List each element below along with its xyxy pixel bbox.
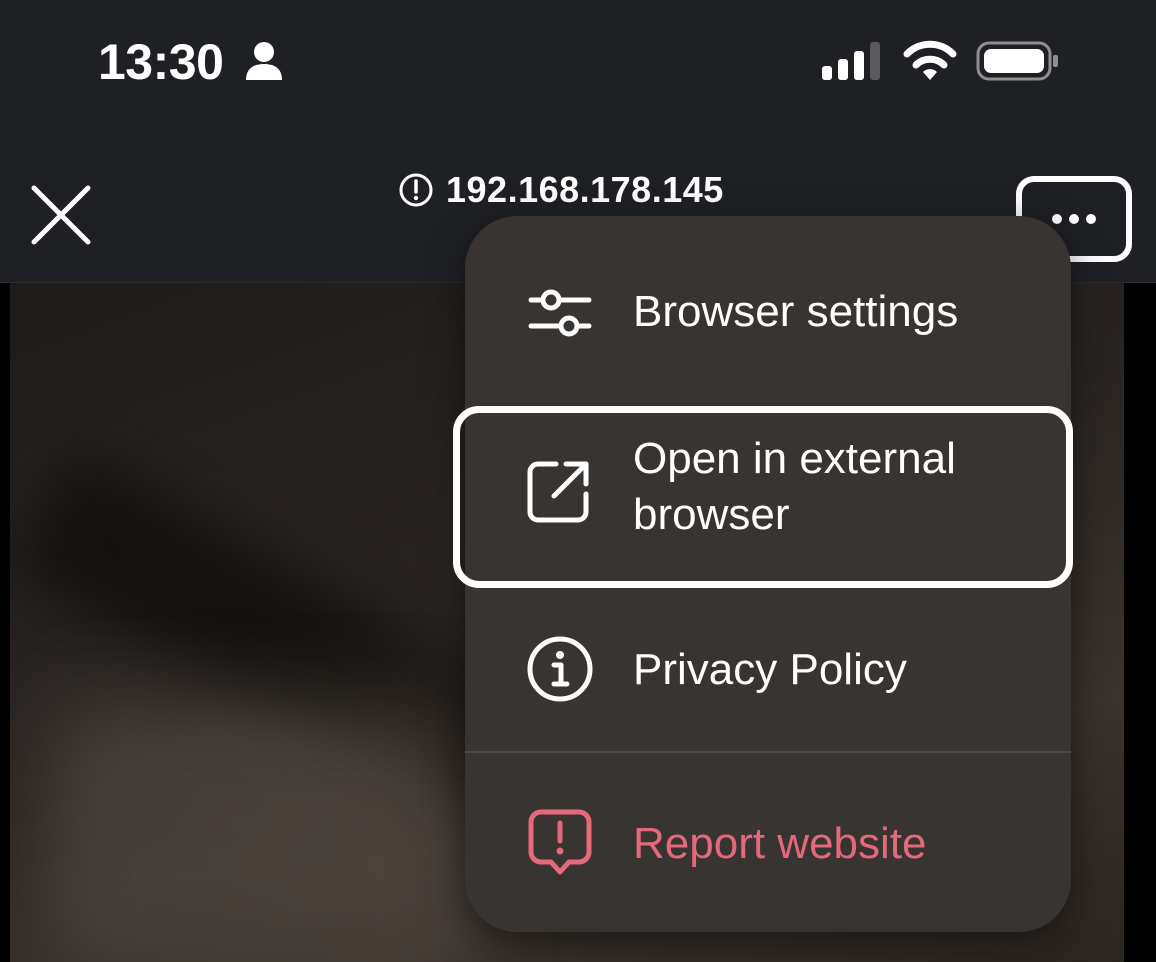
- menu-item-label: Open in external browser: [633, 434, 956, 539]
- menu-item-browser-settings[interactable]: Browser settings: [465, 270, 1071, 358]
- menu-item-label: Privacy Policy: [633, 645, 907, 694]
- menu-item-label: Report website: [633, 819, 927, 868]
- wifi-icon: [903, 40, 957, 80]
- external-link-icon: [527, 461, 589, 523]
- sliders-icon: [528, 289, 592, 337]
- menu-item-privacy-policy[interactable]: Privacy Policy: [465, 626, 1071, 714]
- browser-options-menu: Browser settings Open in external browse…: [453, 216, 1073, 932]
- battery-icon: [976, 41, 1058, 81]
- more-dots-icon: [1052, 214, 1096, 224]
- close-icon[interactable]: [28, 182, 94, 248]
- menu-item-label: Browser settings: [633, 287, 959, 336]
- not-secure-warning-icon: [399, 173, 433, 207]
- menu-item-report-website[interactable]: Report website: [465, 800, 1071, 888]
- blurred-background-shape: [50, 703, 470, 962]
- person-icon: [246, 42, 282, 80]
- url-display: 192.168.178.145: [398, 168, 724, 212]
- menu-item-open-external-browser[interactable]: Open in external browser: [453, 406, 1073, 588]
- menu-divider: [465, 751, 1071, 753]
- cellular-signal-icon: [822, 42, 880, 80]
- info-icon: [527, 636, 593, 702]
- url-text: 192.168.178.145: [446, 169, 724, 210]
- status-time: 13:30: [98, 34, 224, 90]
- report-icon: [528, 809, 592, 875]
